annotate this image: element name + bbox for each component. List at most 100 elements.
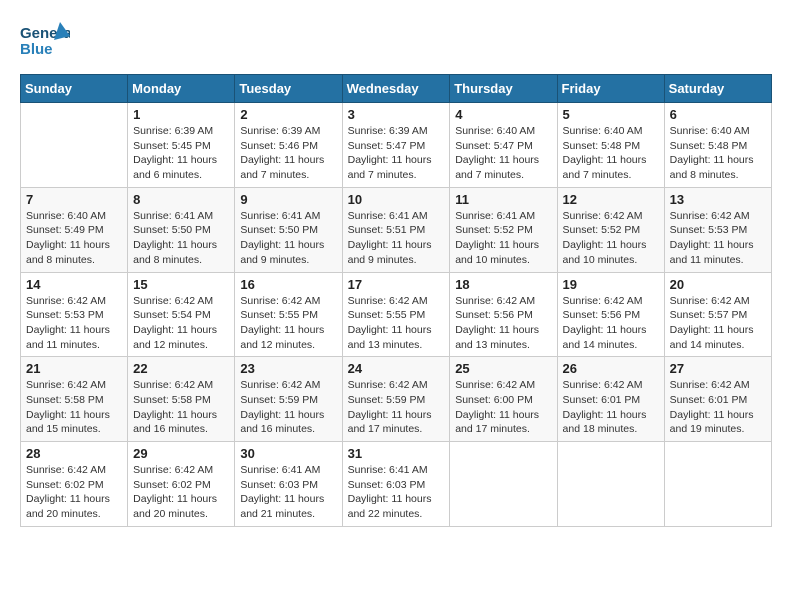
day-info: Sunrise: 6:42 AMSunset: 6:00 PMDaylight:… (455, 378, 551, 437)
day-number: 13 (670, 192, 766, 207)
day-info: Sunrise: 6:40 AMSunset: 5:49 PMDaylight:… (26, 209, 122, 268)
calendar-cell: 15 Sunrise: 6:42 AMSunset: 5:54 PMDayligh… (128, 272, 235, 357)
day-info: Sunrise: 6:42 AMSunset: 5:53 PMDaylight:… (670, 209, 766, 268)
calendar-cell: 27Sunrise: 6:42 AMSunset: 6:01 PMDayligh… (664, 357, 771, 442)
calendar-row: 14 Sunrise: 6:42 AMSunset: 5:53 PMDayligh… (21, 272, 772, 357)
calendar-table: SundayMondayTuesdayWednesdayThursdayFrid… (20, 74, 772, 527)
weekday-header-cell: Thursday (450, 75, 557, 103)
calendar-row: 21 Sunrise: 6:42 AMSunset: 5:58 PMDayligh… (21, 357, 772, 442)
day-number: 2 (240, 107, 336, 122)
day-number: 18 (455, 277, 551, 292)
day-number: 31 (348, 446, 445, 461)
calendar-cell: 8Sunrise: 6:41 AMSunset: 5:50 PMDaylight… (128, 187, 235, 272)
calendar-cell: 23Sunrise: 6:42 AMSunset: 5:59 PMDayligh… (235, 357, 342, 442)
day-info: Sunrise: 6:42 AMSunset: 6:01 PMDaylight:… (563, 378, 659, 437)
day-number: 17 (348, 277, 445, 292)
logo-svg: General Blue (20, 20, 70, 64)
calendar-cell (21, 103, 128, 188)
calendar-cell: 7Sunrise: 6:40 AMSunset: 5:49 PMDaylight… (21, 187, 128, 272)
day-number: 12 (563, 192, 659, 207)
day-info: Sunrise: 6:42 AMSunset: 5:55 PMDaylight:… (240, 294, 336, 353)
calendar-cell: 4Sunrise: 6:40 AMSunset: 5:47 PMDaylight… (450, 103, 557, 188)
day-info: Sunrise: 6:42 AMSunset: 5:59 PMDaylight:… (348, 378, 445, 437)
day-number: 26 (563, 361, 659, 376)
calendar-cell (664, 442, 771, 527)
page-header: General Blue (20, 20, 772, 64)
day-info: Sunrise: 6:39 AMSunset: 5:45 PMDaylight:… (133, 124, 229, 183)
day-number: 3 (348, 107, 445, 122)
day-info: Sunrise: 6:41 AMSunset: 6:03 PMDaylight:… (348, 463, 445, 522)
day-info: Sunrise: 6:39 AMSunset: 5:47 PMDaylight:… (348, 124, 445, 183)
day-number: 15 (133, 277, 229, 292)
calendar-cell: 3 Sunrise: 6:39 AMSunset: 5:47 PMDaylight… (342, 103, 450, 188)
calendar-cell: 12 Sunrise: 6:42 AMSunset: 5:52 PMDayligh… (557, 187, 664, 272)
day-info: Sunrise: 6:41 AMSunset: 6:03 PMDaylight:… (240, 463, 336, 522)
day-number: 30 (240, 446, 336, 461)
calendar-cell: 10 Sunrise: 6:41 AMSunset: 5:51 PMDayligh… (342, 187, 450, 272)
weekday-header-cell: Sunday (21, 75, 128, 103)
calendar-body: 1 Sunrise: 6:39 AMSunset: 5:45 PMDaylight… (21, 103, 772, 527)
day-number: 21 (26, 361, 122, 376)
calendar-cell (557, 442, 664, 527)
day-number: 25 (455, 361, 551, 376)
day-info: Sunrise: 6:42 AMSunset: 5:54 PMDaylight:… (133, 294, 229, 353)
day-number: 8 (133, 192, 229, 207)
day-info: Sunrise: 6:42 AMSunset: 6:02 PMDaylight:… (133, 463, 229, 522)
calendar-cell: 21Sunrise: 6:42 AMSunset: 5:58 PMDayligh… (21, 357, 128, 442)
day-number: 6 (670, 107, 766, 122)
calendar-cell: 22Sunrise: 6:42 AMSunset: 5:58 PMDayligh… (128, 357, 235, 442)
day-info: Sunrise: 6:42 AMSunset: 5:58 PMDaylight:… (133, 378, 229, 437)
calendar-cell: 13 Sunrise: 6:42 AMSunset: 5:53 PMDayligh… (664, 187, 771, 272)
day-info: Sunrise: 6:42 AMSunset: 5:53 PMDaylight:… (26, 294, 122, 353)
day-info: Sunrise: 6:40 AMSunset: 5:48 PMDaylight:… (670, 124, 766, 183)
day-number: 19 (563, 277, 659, 292)
calendar-cell: 29 Sunrise: 6:42 AMSunset: 6:02 PMDayligh… (128, 442, 235, 527)
calendar-cell: 26 Sunrise: 6:42 AMSunset: 6:01 PMDayligh… (557, 357, 664, 442)
calendar-cell: 24 Sunrise: 6:42 AMSunset: 5:59 PMDayligh… (342, 357, 450, 442)
weekday-header-cell: Friday (557, 75, 664, 103)
calendar-cell (450, 442, 557, 527)
day-number: 20 (670, 277, 766, 292)
calendar-cell: 5Sunrise: 6:40 AMSunset: 5:48 PMDaylight… (557, 103, 664, 188)
day-number: 1 (133, 107, 229, 122)
weekday-header-cell: Saturday (664, 75, 771, 103)
calendar-cell: 16 Sunrise: 6:42 AMSunset: 5:55 PMDayligh… (235, 272, 342, 357)
weekday-header-cell: Tuesday (235, 75, 342, 103)
calendar-cell: 11 Sunrise: 6:41 AMSunset: 5:52 PMDayligh… (450, 187, 557, 272)
day-info: Sunrise: 6:40 AMSunset: 5:47 PMDaylight:… (455, 124, 551, 183)
calendar-cell: 20 Sunrise: 6:42 AMSunset: 5:57 PMDayligh… (664, 272, 771, 357)
day-info: Sunrise: 6:42 AMSunset: 5:57 PMDaylight:… (670, 294, 766, 353)
calendar-cell: 14 Sunrise: 6:42 AMSunset: 5:53 PMDayligh… (21, 272, 128, 357)
calendar-cell: 19 Sunrise: 6:42 AMSunset: 5:56 PMDayligh… (557, 272, 664, 357)
calendar-cell: 30 Sunrise: 6:41 AMSunset: 6:03 PMDayligh… (235, 442, 342, 527)
day-number: 16 (240, 277, 336, 292)
weekday-header-cell: Wednesday (342, 75, 450, 103)
calendar-cell: 9 Sunrise: 6:41 AMSunset: 5:50 PMDaylight… (235, 187, 342, 272)
day-number: 10 (348, 192, 445, 207)
day-info: Sunrise: 6:39 AMSunset: 5:46 PMDaylight:… (240, 124, 336, 183)
day-info: Sunrise: 6:42 AMSunset: 5:52 PMDaylight:… (563, 209, 659, 268)
logo: General Blue (20, 20, 70, 64)
day-number: 9 (240, 192, 336, 207)
day-info: Sunrise: 6:41 AMSunset: 5:52 PMDaylight:… (455, 209, 551, 268)
calendar-row: 28Sunrise: 6:42 AMSunset: 6:02 PMDayligh… (21, 442, 772, 527)
day-number: 11 (455, 192, 551, 207)
day-info: Sunrise: 6:42 AMSunset: 6:02 PMDaylight:… (26, 463, 122, 522)
day-info: Sunrise: 6:41 AMSunset: 5:51 PMDaylight:… (348, 209, 445, 268)
day-info: Sunrise: 6:41 AMSunset: 5:50 PMDaylight:… (240, 209, 336, 268)
day-info: Sunrise: 6:40 AMSunset: 5:48 PMDaylight:… (563, 124, 659, 183)
day-info: Sunrise: 6:42 AMSunset: 5:56 PMDaylight:… (455, 294, 551, 353)
day-number: 23 (240, 361, 336, 376)
calendar-cell: 2 Sunrise: 6:39 AMSunset: 5:46 PMDaylight… (235, 103, 342, 188)
day-number: 29 (133, 446, 229, 461)
day-number: 24 (348, 361, 445, 376)
day-number: 14 (26, 277, 122, 292)
day-info: Sunrise: 6:42 AMSunset: 5:56 PMDaylight:… (563, 294, 659, 353)
weekday-header-cell: Monday (128, 75, 235, 103)
calendar-cell: 6 Sunrise: 6:40 AMSunset: 5:48 PMDaylight… (664, 103, 771, 188)
weekday-header-row: SundayMondayTuesdayWednesdayThursdayFrid… (21, 75, 772, 103)
calendar-row: 7Sunrise: 6:40 AMSunset: 5:49 PMDaylight… (21, 187, 772, 272)
day-info: Sunrise: 6:42 AMSunset: 5:55 PMDaylight:… (348, 294, 445, 353)
calendar-cell: 28Sunrise: 6:42 AMSunset: 6:02 PMDayligh… (21, 442, 128, 527)
calendar-row: 1 Sunrise: 6:39 AMSunset: 5:45 PMDaylight… (21, 103, 772, 188)
